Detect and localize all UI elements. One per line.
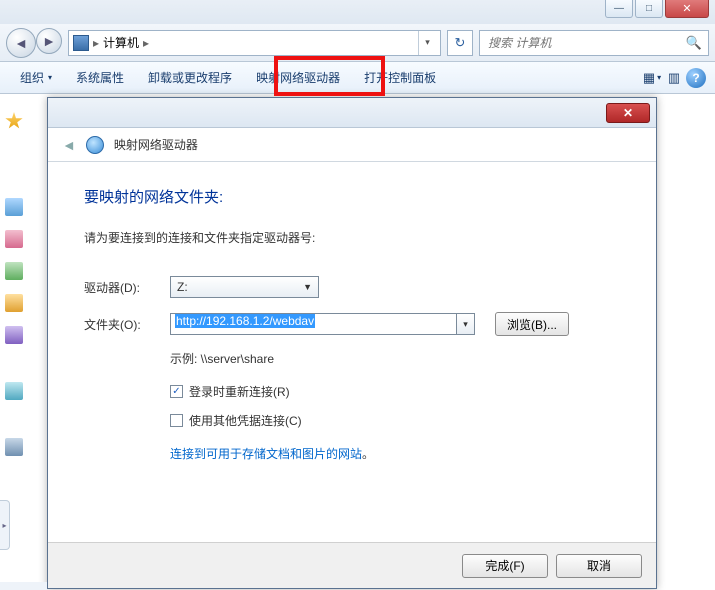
- folder-example-text: 示例: \\server\share: [170, 350, 620, 367]
- storage-website-link[interactable]: 连接到可用于存储文档和图片的网站: [170, 447, 362, 461]
- nav-buttons: ◄ ►: [6, 28, 62, 58]
- storage-website-line: 连接到可用于存储文档和图片的网站。: [170, 445, 620, 462]
- nav-row: ◄ ► ▸ 计算机 ▸ ▾ ↻ 🔍: [0, 24, 715, 62]
- breadcrumb-sep-icon: ▸: [143, 36, 149, 50]
- help-icon: ?: [686, 68, 706, 88]
- breadcrumb-root[interactable]: 计算机: [103, 34, 139, 51]
- other-credentials-label: 使用其他凭据连接(C): [189, 412, 302, 429]
- window-close-button[interactable]: ✕: [665, 0, 709, 18]
- status-strip: [0, 582, 47, 590]
- dialog-header: ◄ 映射网络驱动器: [48, 128, 656, 162]
- maximize-button[interactable]: □: [635, 0, 663, 18]
- dialog-title-text: 映射网络驱动器: [114, 136, 198, 153]
- homegroup-icon[interactable]: [5, 382, 23, 400]
- favorites-icon[interactable]: [5, 112, 23, 130]
- dialog-titlebar[interactable]: ✕: [48, 98, 656, 128]
- preview-pane-button[interactable]: ▥: [663, 67, 685, 89]
- toolbar-organize[interactable]: 组织 ▾: [8, 62, 64, 94]
- view-options-icon: ▦: [643, 70, 655, 86]
- documents-icon[interactable]: [5, 294, 23, 312]
- dialog-instruction: 请为要连接到的连接和文件夹指定驱动器号:: [84, 229, 620, 246]
- drive-select[interactable]: Z: ▼: [170, 276, 319, 298]
- libraries-icon[interactable]: [5, 198, 23, 216]
- link-period: 。: [362, 447, 374, 461]
- toolbar: 组织 ▾ 系统属性 卸载或更改程序 映射网络驱动器 打开控制面板 ▦ ▾ ▥ ?: [0, 62, 715, 94]
- chevron-down-icon: ▾: [657, 73, 661, 82]
- breadcrumb-bar[interactable]: ▸ 计算机 ▸ ▾: [68, 30, 441, 56]
- computer-icon: [73, 35, 89, 51]
- dialog-body: 要映射的网络文件夹: 请为要连接到的连接和文件夹指定驱动器号: 驱动器(D): …: [48, 162, 656, 474]
- dialog-back-icon[interactable]: ◄: [62, 137, 76, 153]
- videos-icon[interactable]: [5, 230, 23, 248]
- minimize-button[interactable]: —: [605, 0, 633, 18]
- search-input[interactable]: [486, 35, 680, 51]
- drive-label: 驱动器(D):: [84, 279, 162, 296]
- folder-input[interactable]: http://192.168.1.2/webdav: [170, 313, 457, 335]
- reconnect-checkbox-row[interactable]: ✓ 登录时重新连接(R): [170, 383, 620, 400]
- other-credentials-checkbox-row[interactable]: 使用其他凭据连接(C): [170, 412, 620, 429]
- drive-row: 驱动器(D): Z: ▼: [84, 276, 620, 298]
- music-icon[interactable]: [5, 326, 23, 344]
- reconnect-checkbox[interactable]: ✓: [170, 385, 183, 398]
- dialog-heading: 要映射的网络文件夹:: [84, 186, 620, 207]
- finish-button[interactable]: 完成(F): [462, 554, 548, 578]
- breadcrumb-sep-icon: ▸: [93, 36, 99, 50]
- computer-nav-icon[interactable]: [5, 438, 23, 456]
- chevron-down-icon: ▼: [303, 282, 312, 292]
- folder-input-value: http://192.168.1.2/webdav: [175, 314, 315, 328]
- toolbar-uninstall[interactable]: 卸载或更改程序: [136, 62, 244, 94]
- toolbar-control-panel[interactable]: 打开控制面板: [352, 62, 448, 94]
- help-button[interactable]: ?: [685, 67, 707, 89]
- dialog-close-button[interactable]: ✕: [606, 103, 650, 123]
- view-options-button[interactable]: ▦ ▾: [641, 67, 663, 89]
- toolbar-system-properties[interactable]: 系统属性: [64, 62, 136, 94]
- dialog-footer: 完成(F) 取消: [48, 542, 656, 588]
- browse-button[interactable]: 浏览(B)...: [495, 312, 569, 336]
- search-box[interactable]: 🔍: [479, 30, 709, 56]
- back-button[interactable]: ◄: [6, 28, 36, 58]
- network-drive-icon: [86, 136, 104, 154]
- other-credentials-checkbox[interactable]: [170, 414, 183, 427]
- preview-pane-icon: ▥: [668, 70, 680, 86]
- toolbar-organize-label: 组织: [20, 69, 44, 86]
- toolbar-map-network-drive[interactable]: 映射网络驱动器: [244, 62, 352, 94]
- folder-combobox[interactable]: http://192.168.1.2/webdav ▾: [170, 313, 475, 335]
- breadcrumb-dropdown-icon[interactable]: ▾: [418, 31, 436, 55]
- sidebar: ▸: [0, 94, 28, 590]
- reconnect-label: 登录时重新连接(R): [189, 383, 290, 400]
- sidebar-expand-handle[interactable]: ▸: [0, 500, 10, 550]
- folder-dropdown-button[interactable]: ▾: [457, 313, 475, 335]
- window-titlebar: — □ ✕: [0, 0, 715, 24]
- forward-button[interactable]: ►: [36, 28, 62, 54]
- folder-row: 文件夹(O): http://192.168.1.2/webdav ▾ 浏览(B…: [84, 312, 620, 336]
- map-network-drive-dialog: ✕ ◄ 映射网络驱动器 要映射的网络文件夹: 请为要连接到的连接和文件夹指定驱动…: [47, 97, 657, 589]
- refresh-button[interactable]: ↻: [447, 30, 473, 56]
- pictures-icon[interactable]: [5, 262, 23, 280]
- cancel-button[interactable]: 取消: [556, 554, 642, 578]
- chevron-down-icon: ▾: [48, 73, 52, 82]
- search-icon[interactable]: 🔍: [686, 35, 702, 51]
- drive-select-value: Z:: [177, 280, 188, 294]
- folder-label: 文件夹(O):: [84, 316, 162, 333]
